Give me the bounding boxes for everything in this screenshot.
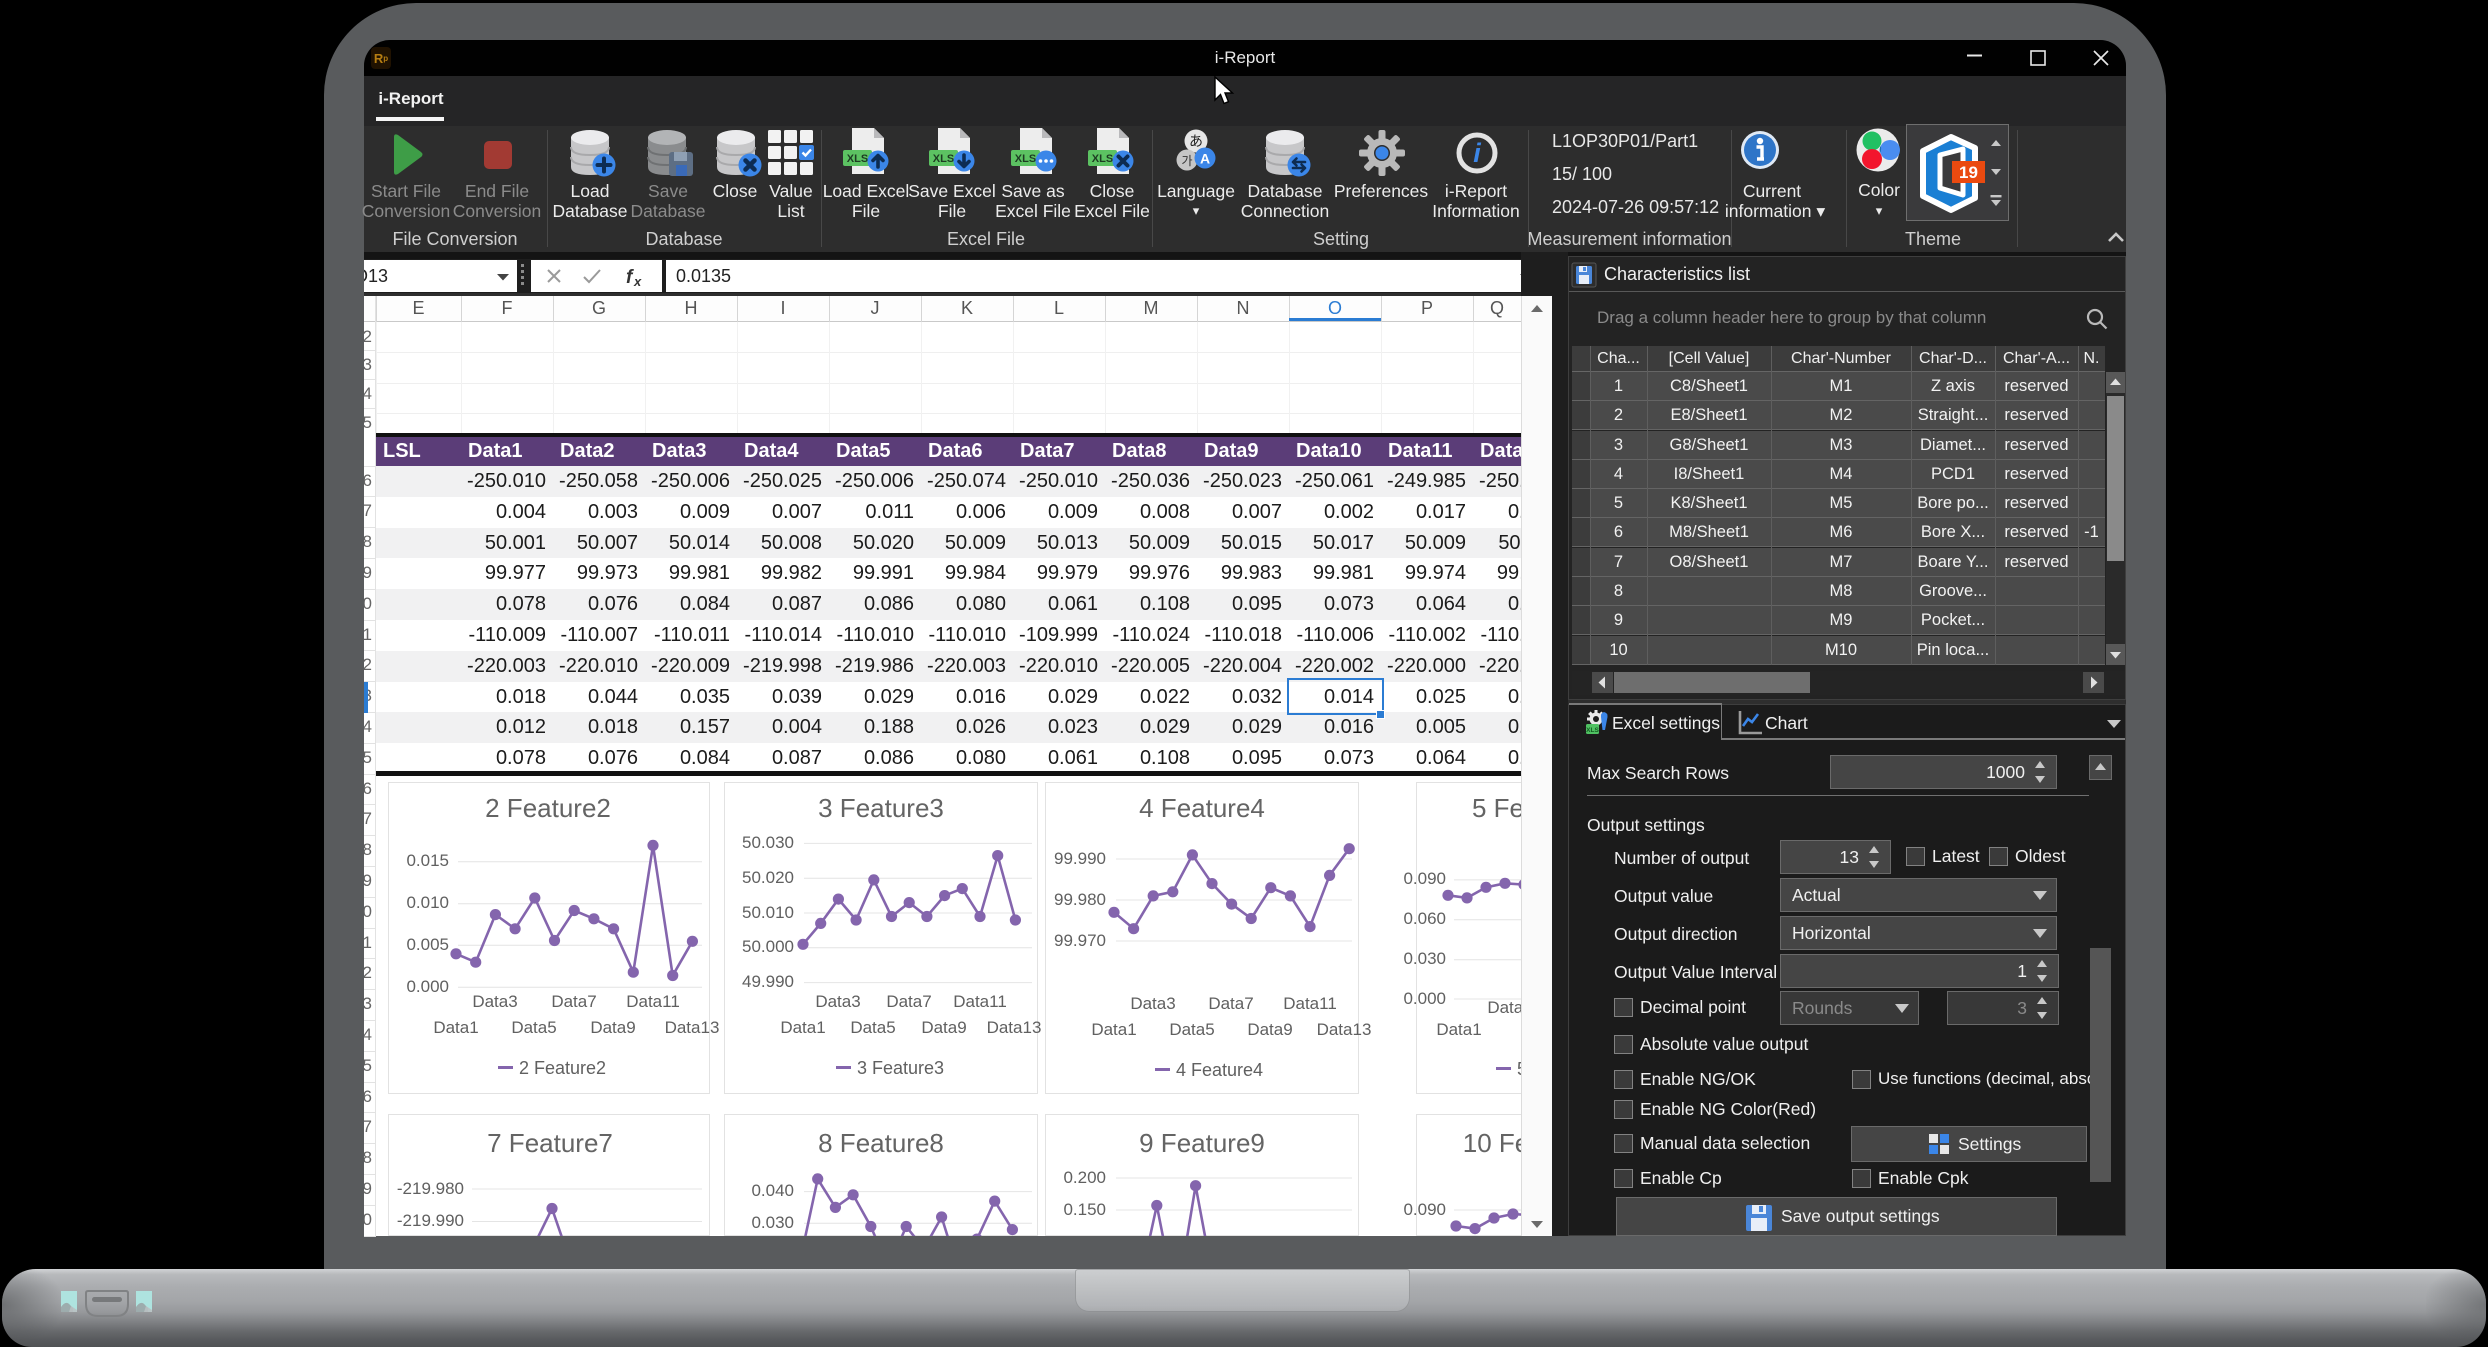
svg-text:XLS: XLS bbox=[1586, 727, 1599, 734]
svg-text:XLS: XLS bbox=[847, 153, 868, 165]
svg-text:x: x bbox=[633, 274, 642, 289]
svg-text:XLS: XLS bbox=[1092, 153, 1113, 165]
svg-text:가: 가 bbox=[1181, 154, 1192, 168]
svg-text:f: f bbox=[626, 267, 634, 288]
svg-text:XLS: XLS bbox=[933, 153, 954, 165]
svg-text:19: 19 bbox=[1959, 163, 1978, 182]
svg-text:i: i bbox=[1473, 138, 1481, 168]
svg-text:あ: あ bbox=[1189, 133, 1203, 149]
svg-text:XLS: XLS bbox=[1015, 153, 1036, 165]
svg-text:A: A bbox=[1200, 151, 1210, 167]
